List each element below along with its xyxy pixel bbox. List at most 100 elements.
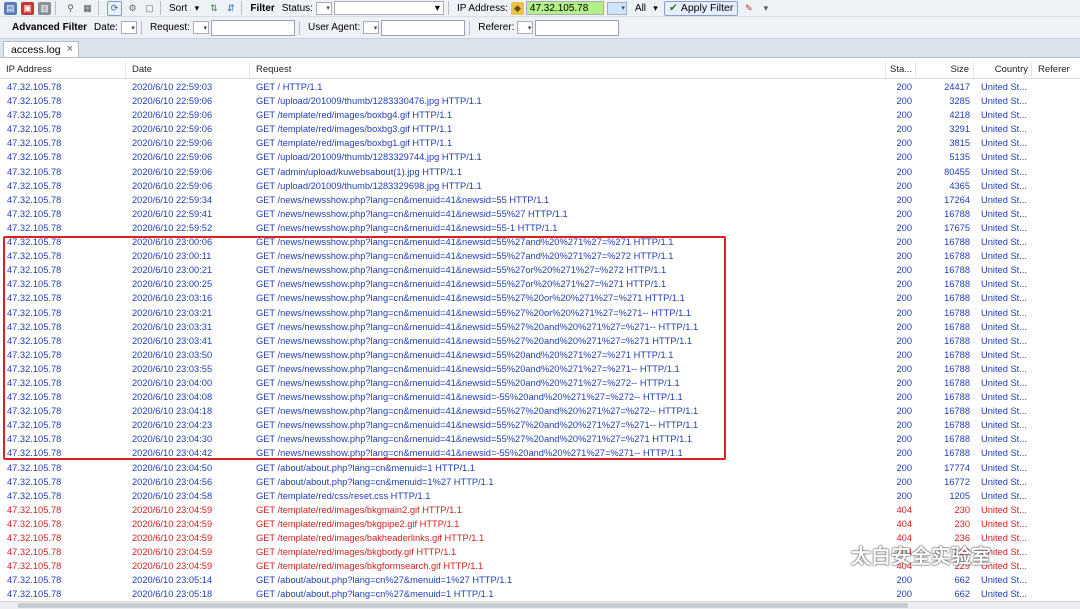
toolbar-separator	[160, 1, 161, 15]
save-icon[interactable]: ▣	[21, 1, 34, 15]
table-row[interactable]: 47.32.105.78 2020/6/10 22:59:06 GET /uploa…	[0, 179, 1080, 193]
status-filter-dropdown[interactable]: ▾	[315, 1, 332, 15]
cell-ip: 47.32.105.78	[7, 222, 62, 233]
wechat-logo-icon	[816, 544, 843, 564]
cell-size: 16788	[944, 251, 970, 262]
table-row[interactable]: 47.32.105.78 2020/6/10 22:59:06 GET /uploa…	[0, 94, 1080, 108]
find-icon[interactable]: ⚲	[64, 2, 77, 15]
column-header-ip-address[interactable]: IP Address	[0, 62, 126, 78]
cell-country: United St...	[981, 589, 1027, 600]
cell-country: United St...	[981, 222, 1027, 233]
all-dropdown[interactable]: All	[635, 3, 646, 14]
column-header-size[interactable]: Size	[916, 62, 974, 78]
cell-country: United St...	[981, 166, 1027, 177]
column-header-request[interactable]: Request	[250, 62, 886, 78]
request-filter-input[interactable]	[210, 19, 295, 36]
table-row[interactable]: 47.32.105.78 2020/6/10 23:04:59 GET /templ…	[0, 503, 1080, 517]
user-agent-filter-input[interactable]	[381, 19, 466, 36]
table-row[interactable]: 47.32.105.78 2020/6/10 22:59:41 GET /news/…	[0, 207, 1080, 221]
table-row[interactable]: 47.32.105.78 2020/6/10 22:59:06 GET /uploa…	[0, 150, 1080, 164]
settings-icon[interactable]: ⚙	[126, 2, 139, 15]
cell-date: 2020/6/10 22:59:06	[132, 152, 213, 163]
referer-filter-dropdown[interactable]: ▾	[517, 21, 534, 34]
table-row[interactable]: 47.32.105.78 2020/6/10 23:04:58 GET /templ…	[0, 489, 1080, 503]
cell-ip: 47.32.105.78	[7, 110, 62, 121]
cell-ip: 47.32.105.78	[7, 208, 62, 219]
cell-date: 2020/6/10 23:04:59	[132, 547, 213, 558]
table-row[interactable]: 47.32.105.78 2020/6/10 23:05:18 GET /about…	[0, 587, 1080, 601]
cell-size: 16788	[944, 349, 970, 360]
tab-access-log[interactable]: access.log ×	[3, 41, 79, 57]
cell-request: GET /template/red/css/reset.css HTTP/1.1	[256, 490, 431, 501]
table-row[interactable]: 47.32.105.78 2020/6/10 23:04:50 GET /about…	[0, 461, 1080, 475]
ip-filter-icon[interactable]: ◆	[510, 1, 524, 15]
cell-status: 200	[896, 589, 912, 600]
table-row[interactable]: 47.32.105.78 2020/6/10 22:59:06 GET /templ…	[0, 136, 1080, 150]
clear-filter-icon[interactable]: ✎	[742, 2, 755, 15]
document-tabs: access.log ×	[0, 39, 1080, 58]
cell-size: 3285	[949, 96, 970, 107]
cell-country: United St...	[981, 349, 1027, 360]
ip-address-input[interactable]: 47.32.105.78	[525, 1, 604, 15]
cell-request: GET /admin/upload/kuwebsabout(1).jpg HTT…	[256, 166, 463, 177]
table-row[interactable]: 47.32.105.78 2020/6/10 22:59:52 GET /news/…	[0, 221, 1080, 235]
cell-size: 16788	[944, 335, 970, 346]
column-header-referer[interactable]: Referer	[1032, 62, 1080, 78]
sort-ascending-icon[interactable]: ⇅	[207, 2, 220, 15]
column-header-status[interactable]: Sta...	[886, 62, 916, 78]
user-agent-filter-dropdown[interactable]: ▾	[363, 21, 380, 34]
table-row[interactable]: 47.32.105.78 2020/6/10 23:05:14 GET /about…	[0, 573, 1080, 587]
open-file-icon[interactable]: ▤	[4, 1, 17, 15]
advanced-filter-title: Advanced Filter	[12, 22, 88, 33]
table-row[interactable]: 47.32.105.78 2020/6/10 23:04:59 GET /templ…	[0, 517, 1080, 531]
sort-dropdown-arrow-icon[interactable]: ▾	[190, 2, 203, 15]
table-row[interactable]: 47.32.105.78 2020/6/10 22:59:03 GET / HTTP…	[0, 80, 1080, 94]
table-row[interactable]: 47.32.105.78 2020/6/10 22:59:34 GET /news/…	[0, 193, 1080, 207]
cell-request: GET /about/about.php?lang=cn&menuid=1%27…	[256, 476, 494, 487]
table-row[interactable]: 47.32.105.78 2020/6/10 22:59:06 GET /admin…	[0, 165, 1080, 179]
date-filter-dropdown[interactable]: ▾	[120, 21, 137, 34]
column-header-country[interactable]: Country	[974, 62, 1032, 78]
table-row[interactable]: 47.32.105.78 2020/6/10 22:59:06 GET /templ…	[0, 108, 1080, 122]
cell-ip: 47.32.105.78	[7, 462, 62, 473]
cell-ip: 47.32.105.78	[7, 152, 62, 163]
cell-status: 200	[896, 307, 912, 318]
all-dropdown-arrow-icon[interactable]: ▾	[649, 2, 662, 15]
document-icon[interactable]: ▢	[143, 2, 156, 15]
filter-options-icon[interactable]: ▾	[759, 2, 772, 15]
referer-filter-input[interactable]	[535, 19, 620, 36]
advanced-filter-bar: Advanced Filter Date: ▾ Request: ▾ User …	[0, 17, 1080, 39]
cell-ip: 47.32.105.78	[7, 124, 62, 135]
export-icon[interactable]: ▥	[38, 1, 51, 15]
options-icon[interactable]: ▦	[81, 2, 94, 15]
column-header-date[interactable]: Date	[126, 62, 250, 78]
apply-filter-button[interactable]: ✔ Apply Filter	[664, 0, 739, 16]
tab-label: access.log	[11, 43, 61, 56]
cell-country: United St...	[981, 504, 1027, 515]
cell-size: 1205	[949, 490, 970, 501]
filter-field-dropdown[interactable]: ▾	[333, 1, 444, 15]
cell-status: 200	[896, 575, 912, 586]
main-toolbar: ▤ ▣ ▥ ⚲ ▦ ⟳ ⚙ ▢ Sort ▾ ⇅ ⇵ Filter Status…	[0, 0, 1080, 17]
sort-label[interactable]: Sort	[169, 3, 187, 14]
cell-request: GET /about/about.php?lang=cn%27&menuid=1…	[256, 589, 494, 600]
scrollbar-thumb[interactable]	[18, 603, 908, 608]
sort-descending-icon[interactable]: ⇵	[224, 2, 237, 15]
cell-size: 17675	[944, 222, 970, 233]
ip-options-dropdown[interactable]: ▾	[606, 1, 627, 15]
apply-filter-icon: ✔	[669, 2, 678, 14]
cell-status: 200	[896, 335, 912, 346]
table-row[interactable]: 47.32.105.78 2020/6/10 23:04:56 GET /about…	[0, 475, 1080, 489]
cell-country: United St...	[981, 377, 1027, 388]
cell-status: 200	[896, 152, 912, 163]
cell-request: GET /about/about.php?lang=cn%27&menuid=1…	[256, 575, 513, 586]
cell-request: GET /template/red/images/bkgmain2.gif HT…	[256, 504, 462, 515]
close-tab-icon[interactable]: ×	[67, 43, 73, 55]
cell-status: 200	[896, 251, 912, 262]
refresh-icon[interactable]: ⟳	[107, 0, 122, 16]
cell-ip: 47.32.105.78	[7, 575, 62, 586]
cell-status: 404	[896, 518, 912, 529]
table-row[interactable]: 47.32.105.78 2020/6/10 22:59:06 GET /templ…	[0, 122, 1080, 136]
request-filter-dropdown[interactable]: ▾	[192, 21, 209, 34]
cell-status: 200	[896, 194, 912, 205]
